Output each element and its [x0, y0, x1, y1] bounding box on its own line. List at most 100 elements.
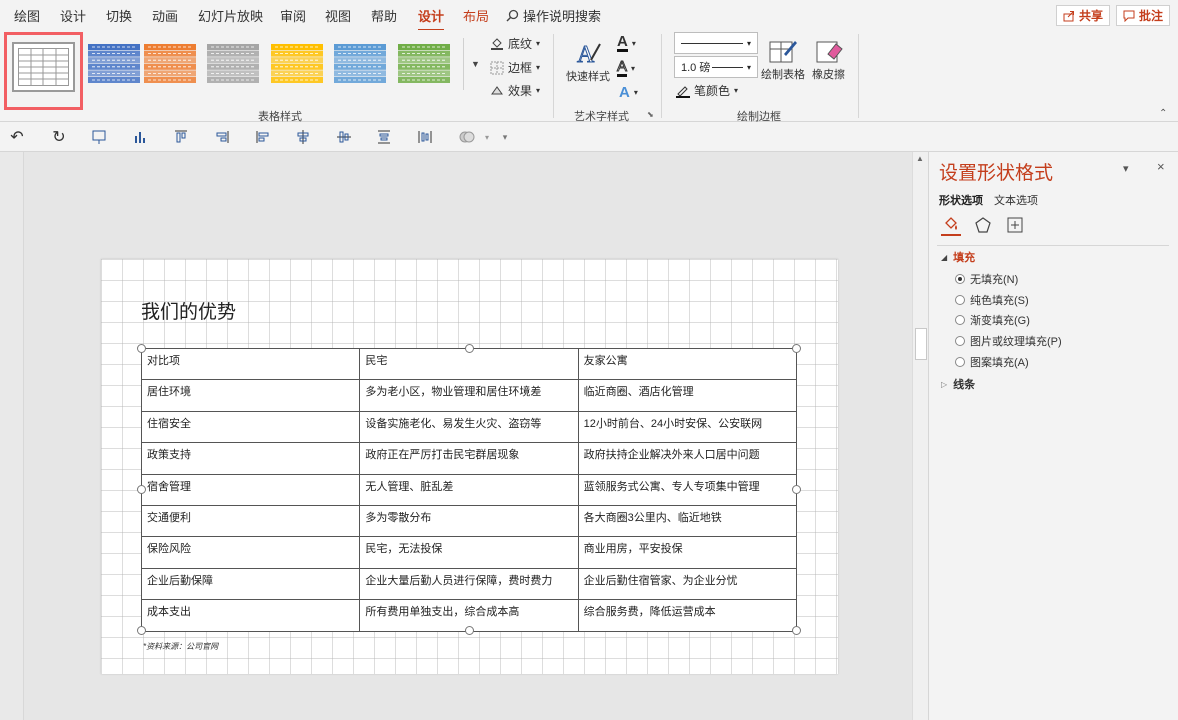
pen-style-dropdown[interactable]: ▾ — [674, 32, 758, 54]
table-cell[interactable]: 友家公寓 — [577, 347, 798, 381]
resize-handle-bottom-left[interactable] — [137, 626, 146, 635]
table-cell[interactable]: 无人管理、脏乱差 — [359, 473, 579, 506]
tab-view[interactable]: 视图 — [325, 6, 351, 25]
table-cell[interactable]: 居住环境 — [140, 379, 361, 412]
resize-handle-bottom-right[interactable] — [792, 626, 801, 635]
slide-title[interactable]: 我们的优势 — [141, 297, 236, 324]
tab-design[interactable]: 设计 — [60, 6, 86, 25]
table-style-option[interactable] — [88, 44, 140, 84]
table-style-option[interactable] — [398, 44, 450, 84]
chart-icon[interactable] — [131, 128, 149, 146]
pen-color-button[interactable]: 笔颜色 ▾ — [676, 82, 738, 99]
gallery-more-button[interactable]: ▼ — [463, 38, 487, 90]
distribute-vertical-icon[interactable] — [375, 128, 393, 146]
table-cell[interactable]: 多为零散分布 — [359, 504, 579, 538]
table-cell[interactable]: 民宅 — [359, 347, 579, 381]
text-outline-button[interactable]: A ▾ — [616, 59, 635, 77]
resize-handle-top[interactable] — [465, 344, 474, 353]
tab-review[interactable]: 审阅 — [280, 6, 306, 25]
table-cell[interactable]: 设备实施老化、易发生火灾、盗窃等 — [359, 410, 579, 444]
tab-slideshow[interactable]: 幻灯片放映 — [198, 6, 263, 25]
table-style-option[interactable] — [144, 44, 196, 84]
customize-toolbar-icon[interactable]: ▾ — [496, 128, 514, 146]
radio[interactable] — [955, 295, 965, 305]
undo-icon[interactable]: ↶ — [8, 128, 26, 146]
resize-handle-top-left[interactable] — [137, 344, 146, 353]
pane-options-icon[interactable]: ▾ — [1123, 162, 1129, 175]
slide-canvas[interactable]: 我们的优势 对比项 民宅 友家公寓 居住环境 多为老小区，物业管理和居住环境差 临近商圈、… — [101, 259, 838, 674]
comments-button[interactable]: 批注 — [1116, 5, 1171, 26]
merge-dropdown-icon[interactable]: ▾ — [478, 128, 496, 146]
tab-table-layout[interactable]: 布局 — [463, 6, 489, 25]
align-right-icon[interactable] — [213, 128, 231, 146]
quick-styles-button[interactable]: A 快速样式 — [566, 38, 610, 84]
pen-weight-dropdown[interactable]: 1.0 磅 ▾ — [674, 56, 758, 78]
table-cell[interactable]: 商业用房，平安投保 — [577, 536, 798, 569]
table-style-option[interactable] — [334, 44, 386, 84]
dialog-launcher-icon[interactable]: ⬊ — [647, 110, 654, 119]
size-properties-icon[interactable] — [1005, 214, 1025, 236]
table-cell[interactable]: 蓝领服务式公寓、专人专项集中管理 — [577, 473, 798, 506]
no-fill-option[interactable]: 无填充(N) — [955, 271, 1018, 287]
table-cell[interactable]: 企业后勤保障 — [140, 567, 361, 601]
tab-help[interactable]: 帮助 — [371, 6, 397, 25]
text-fill-button[interactable]: A ▾ — [617, 34, 636, 52]
radio[interactable] — [955, 336, 965, 346]
borders-button[interactable]: 边框 ▾ — [490, 59, 540, 76]
tell-me-search[interactable]: 操作说明搜索 — [506, 6, 601, 25]
resize-handle-bottom[interactable] — [465, 626, 474, 635]
table-cell[interactable]: 综合服务费，降低运营成本 — [577, 599, 798, 632]
tab-shape-options[interactable]: 形状选项 — [939, 192, 983, 208]
pattern-fill-option[interactable]: 图案填充(A) — [955, 354, 1029, 370]
tab-transitions[interactable]: 切换 — [106, 6, 132, 25]
effects-button[interactable]: 效果 ▾ — [490, 82, 540, 99]
tab-animations[interactable]: 动画 — [152, 6, 178, 25]
text-effects-button[interactable]: A ▾ — [619, 84, 638, 101]
table-cell[interactable]: 对比项 — [140, 347, 361, 381]
thumbnail-pane-collapsed[interactable] — [0, 152, 24, 720]
resize-handle-top-right[interactable] — [792, 344, 801, 353]
eraser-button[interactable]: 橡皮擦 — [812, 36, 845, 82]
draw-table-button[interactable]: 绘制表格 — [761, 36, 805, 82]
radio[interactable] — [955, 357, 965, 367]
radio[interactable] — [955, 315, 965, 325]
table-cell[interactable]: 政府扶持企业解决外来人口居中问题 — [577, 442, 798, 475]
fill-line-icon[interactable] — [941, 214, 961, 236]
shading-button[interactable]: 底纹 ▾ — [490, 35, 540, 52]
resize-handle-right[interactable] — [792, 485, 801, 494]
tab-text-options[interactable]: 文本选项 — [994, 192, 1038, 208]
share-button[interactable]: 共享 — [1056, 5, 1111, 26]
table-cell[interactable]: 企业后勤住宿管家、为企业分忧 — [577, 567, 798, 601]
effects-pentagon-icon[interactable] — [973, 214, 993, 236]
redo-icon[interactable]: ↻ — [50, 128, 68, 146]
tab-draw[interactable]: 绘图 — [14, 6, 40, 25]
comparison-table[interactable]: 对比项 民宅 友家公寓 居住环境 多为老小区，物业管理和居住环境差 临近商圈、酒店化管理住… — [140, 347, 798, 632]
table-cell[interactable]: 政策支持 — [140, 442, 361, 475]
table-cell[interactable]: 宿舍管理 — [140, 473, 361, 506]
table-cell[interactable]: 企业大量后勤人员进行保障，费时费力 — [359, 567, 579, 601]
tab-table-design[interactable]: 设计 — [418, 6, 445, 31]
scroll-up-icon[interactable]: ▲ — [916, 154, 924, 163]
fill-section-header[interactable]: ◢ 填充 — [941, 249, 975, 265]
insert-slide-icon[interactable] — [90, 128, 108, 146]
table-style-option[interactable] — [271, 44, 323, 84]
solid-fill-option[interactable]: 纯色填充(S) — [955, 292, 1029, 308]
scrollbar-thumb[interactable] — [915, 328, 927, 360]
picture-fill-option[interactable]: 图片或纹理填充(P) — [955, 333, 1062, 349]
align-top-icon[interactable] — [172, 128, 190, 146]
vertical-scrollbar[interactable]: ▲ — [912, 152, 928, 720]
table-cell[interactable]: 成本支出 — [140, 599, 361, 632]
table-cell[interactable]: 各大商圈3公里内、临近地铁 — [577, 504, 798, 538]
table-cell[interactable]: 交通便利 — [140, 504, 361, 538]
align-middle-icon[interactable] — [335, 128, 353, 146]
table-style-option[interactable] — [207, 44, 259, 84]
table-cell[interactable]: 住宿安全 — [140, 410, 361, 444]
table-cell[interactable]: 保险风险 — [140, 536, 361, 569]
table-cell[interactable]: 民宅，无法投保 — [359, 536, 579, 569]
shape-merge-icon[interactable] — [458, 128, 476, 146]
table-cell[interactable]: 多为老小区，物业管理和居住环境差 — [359, 379, 579, 412]
close-icon[interactable]: × — [1157, 159, 1165, 174]
collapse-ribbon-icon[interactable]: ⌃ — [1159, 108, 1167, 119]
gradient-fill-option[interactable]: 渐变填充(G) — [955, 312, 1030, 328]
radio-selected[interactable] — [955, 274, 965, 284]
